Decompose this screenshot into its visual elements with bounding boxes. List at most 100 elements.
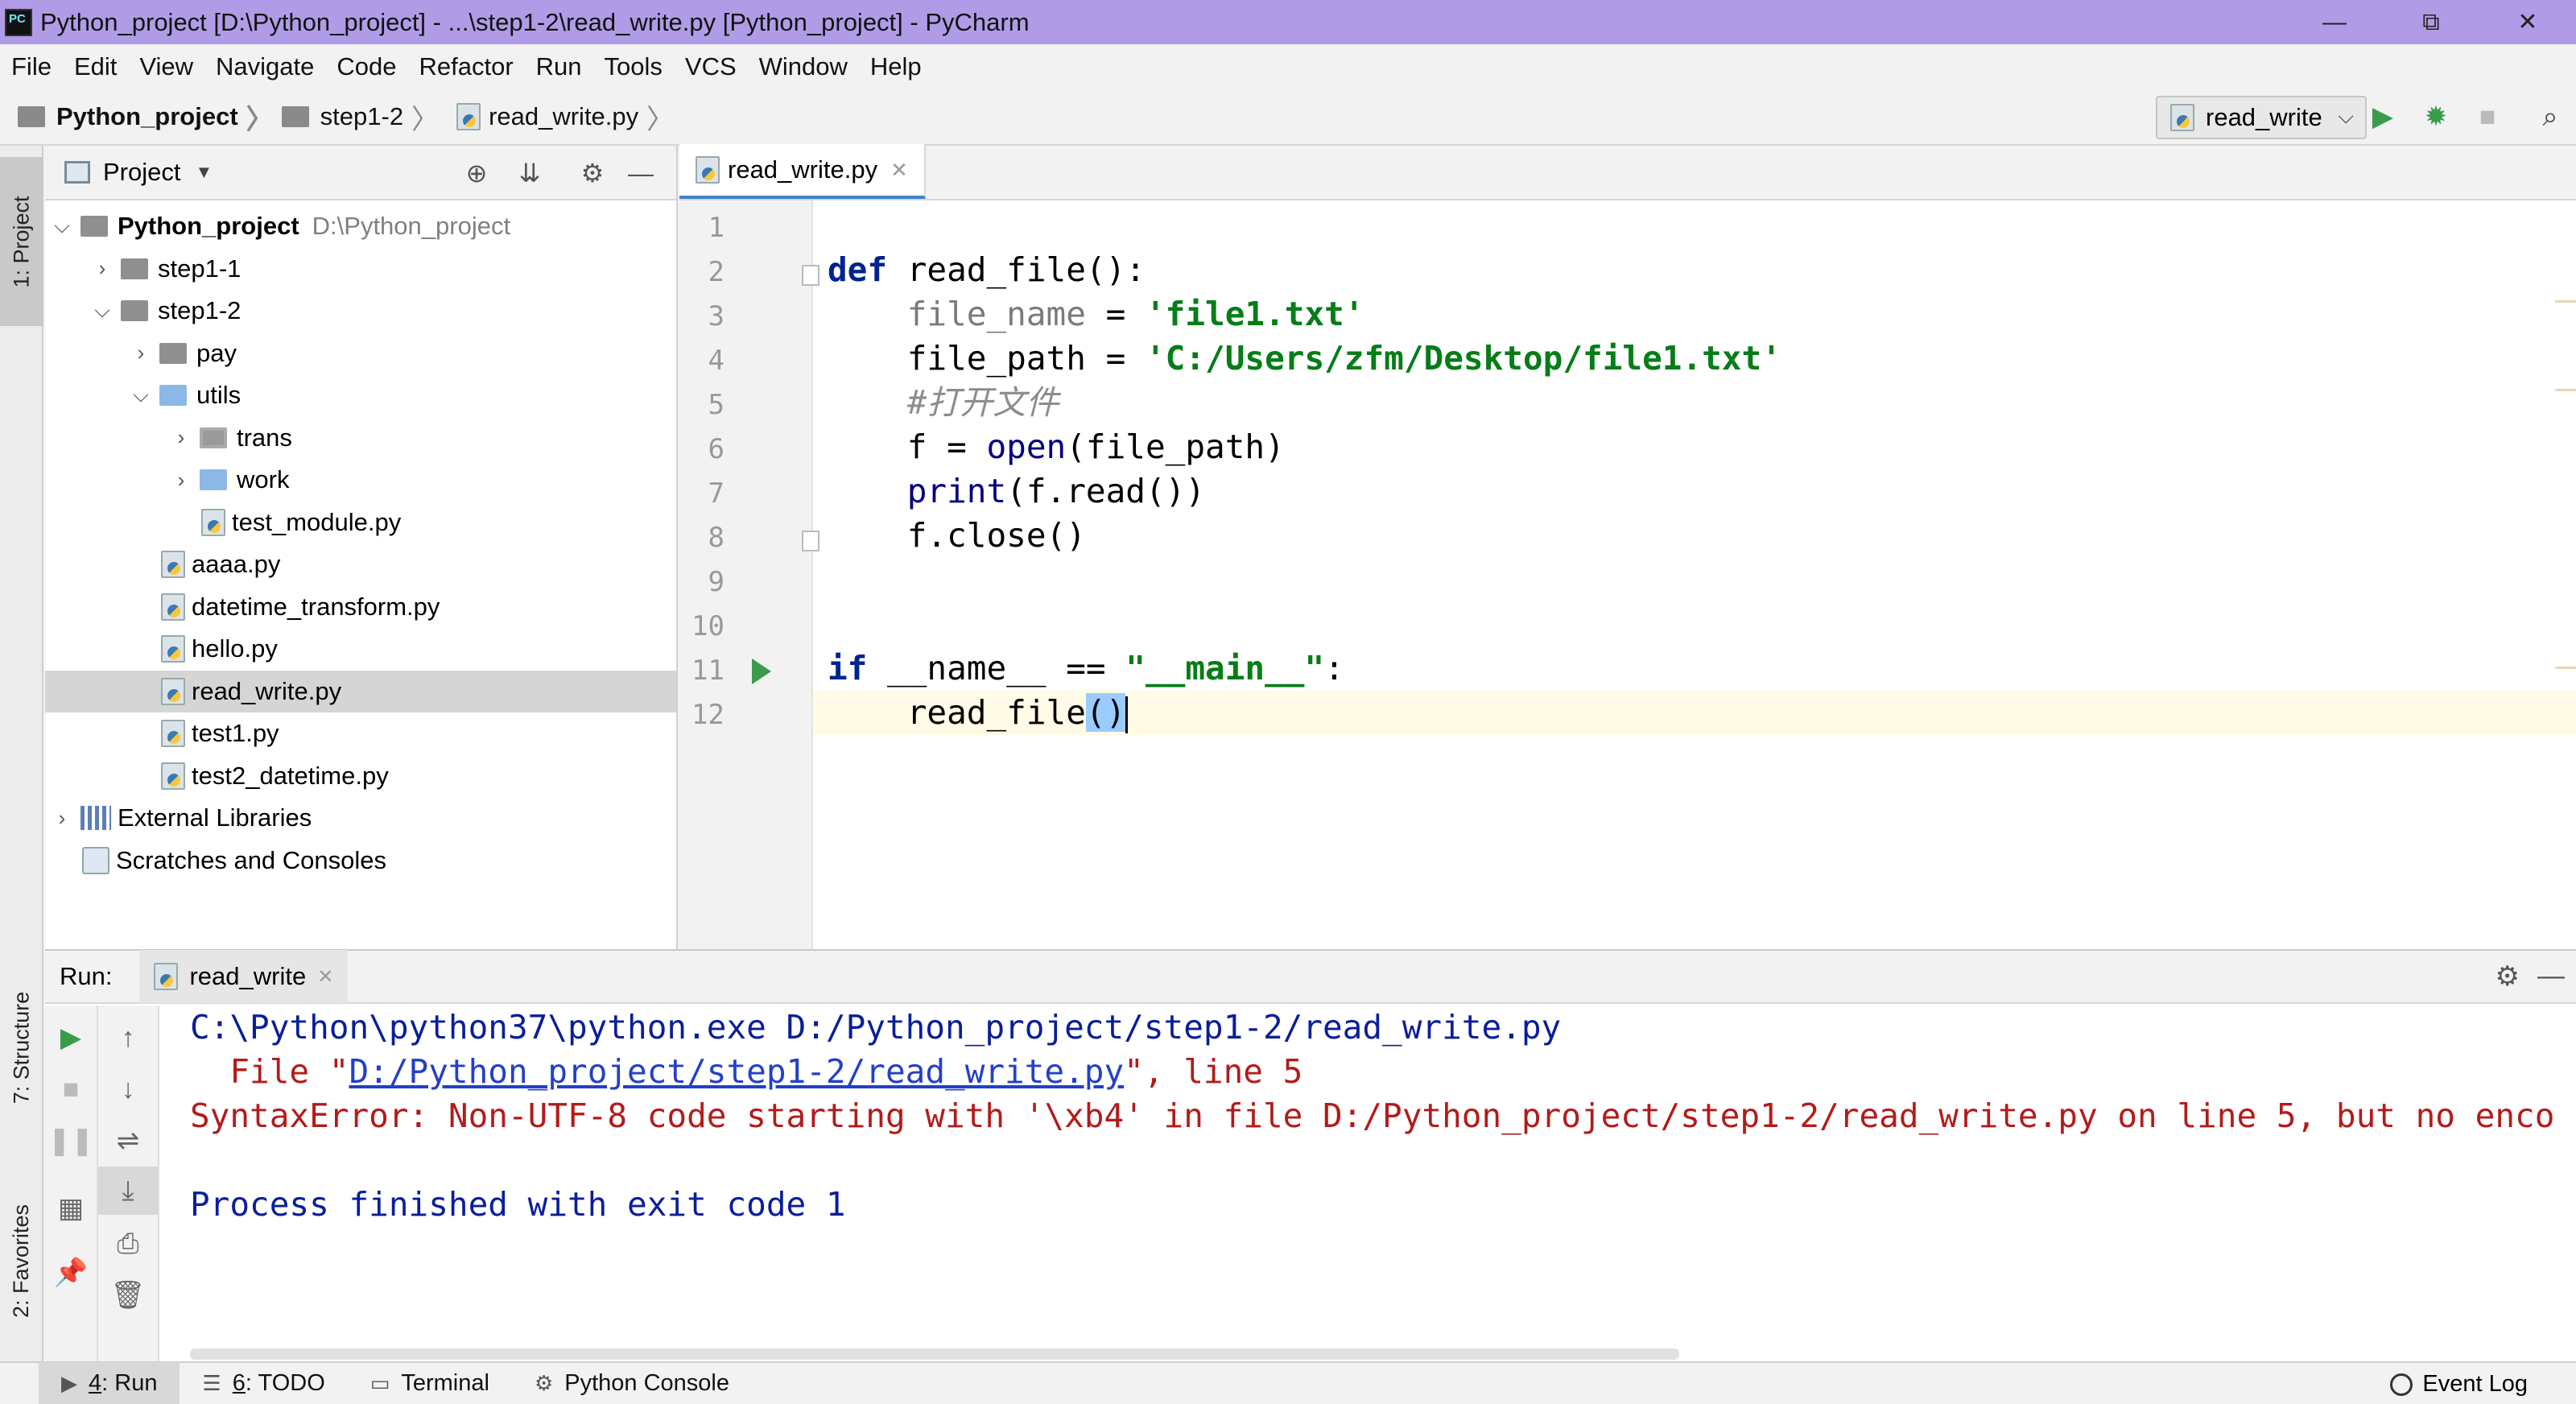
chevron-down-icon[interactable]: ⌵ — [129, 382, 153, 408]
favorites-tool-tab[interactable]: 2: Favorites — [0, 1172, 43, 1349]
folder-icon — [121, 300, 148, 322]
editor-tab-read-write[interactable]: read_write.py ✕ — [679, 144, 926, 199]
console-output[interactable]: C:\Python\python37\python.exe D:/Python_… — [174, 1006, 2576, 1363]
trash-icon[interactable]: 🗑 — [98, 1271, 158, 1319]
scroll-to-end-icon[interactable]: ⤓ — [98, 1167, 158, 1215]
tree-item-aaaa[interactable]: aaaa.py — [45, 543, 676, 586]
minimize-button[interactable]: — — [2286, 0, 2383, 44]
tree-item-utils[interactable]: ⌵ utils — [45, 374, 676, 417]
run-gutter-icon[interactable] — [752, 659, 771, 684]
terminal-tool-tab[interactable]: ▭ Terminal — [348, 1362, 512, 1404]
tree-item-external-libraries[interactable]: › External Libraries — [45, 797, 676, 840]
code-line-7: print(f.read()) — [906, 472, 1206, 510]
line-number: 3 — [708, 300, 724, 332]
tree-item-test1[interactable]: test1.py — [45, 712, 676, 755]
line-number: 5 — [708, 389, 724, 421]
chevron-down-icon[interactable]: ⌵ — [50, 213, 74, 239]
locate-icon[interactable]: ⊕ — [460, 157, 493, 189]
run-panel: Run: read_write ✕ ⚙ — ▶ ■ ❚❚ ▦ 📌 ↑ ↓ ⇌ ⤓… — [45, 949, 2576, 1363]
tree-item-test-module[interactable]: test_module.py — [45, 502, 676, 544]
hide-icon[interactable]: — — [625, 157, 657, 189]
gear-icon[interactable]: ⚙ — [576, 157, 609, 189]
tree-item-work[interactable]: › work — [45, 459, 676, 502]
menu-code[interactable]: Code — [325, 52, 407, 81]
file-link[interactable]: D:/Python_project/step1-2/read_write.py — [349, 1052, 1124, 1091]
collapse-all-icon[interactable]: ⇊ — [514, 157, 546, 189]
python-file-icon — [201, 508, 225, 536]
menu-vcs[interactable]: VCS — [674, 52, 748, 81]
chevron-right-icon[interactable]: › — [169, 425, 193, 450]
menu-refactor[interactable]: Refactor — [407, 52, 524, 81]
soft-wrap-icon[interactable]: ⇌ — [98, 1117, 158, 1165]
menu-tools[interactable]: Tools — [593, 52, 674, 81]
chevron-down-icon[interactable]: ⌵ — [90, 298, 114, 324]
menu-help[interactable]: Help — [859, 52, 933, 81]
chevron-down-icon[interactable]: ▼ — [195, 162, 213, 183]
menu-edit[interactable]: Edit — [63, 52, 128, 81]
chevron-right-icon[interactable]: › — [50, 806, 74, 831]
event-log-icon — [2390, 1373, 2413, 1396]
arrow-up-icon[interactable]: ↑ — [98, 1014, 158, 1062]
chevron-right-icon[interactable]: › — [129, 341, 153, 365]
event-log-tab[interactable]: Event Log — [2390, 1363, 2528, 1404]
arrow-down-icon[interactable]: ↓ — [98, 1065, 158, 1113]
tree-item-trans[interactable]: › trans — [45, 417, 676, 460]
tree-item-step1-2[interactable]: ⌵ step1-2 — [45, 290, 676, 332]
code-line-8: f.close() — [906, 516, 1086, 555]
breadcrumb-folder[interactable]: step1-2 〉 — [281, 97, 439, 137]
run-configuration-select[interactable]: read_write ⌵ — [2156, 96, 2367, 139]
search-icon[interactable]: ⌕ — [2534, 101, 2566, 133]
menu-window[interactable]: Window — [748, 52, 859, 81]
layout-icon[interactable]: ▦ — [45, 1184, 97, 1233]
stop-icon[interactable]: ■ — [2471, 101, 2504, 133]
python-file-icon — [161, 762, 185, 790]
console-line: Process finished with exit code 1 — [190, 1185, 846, 1224]
hide-icon[interactable]: — — [2537, 960, 2565, 992]
menu-run[interactable]: Run — [525, 52, 593, 81]
stop-icon[interactable]: ■ — [45, 1065, 97, 1113]
structure-tool-tab[interactable]: 7: Structure — [0, 967, 43, 1128]
tree-item-test2-datetime[interactable]: test2_datetime.py — [45, 755, 676, 798]
breadcrumb-file[interactable]: read_write.py 〉 — [447, 97, 674, 137]
horizontal-scrollbar[interactable] — [190, 1348, 1679, 1360]
code-area[interactable]: def read_file(): file_name = 'file1.txt'… — [813, 200, 2576, 949]
close-button[interactable]: ✕ — [2479, 0, 2576, 44]
run-configuration-label: read_write — [2206, 103, 2322, 131]
chevron-right-icon[interactable]: › — [90, 256, 114, 281]
project-panel-title[interactable]: Project — [103, 158, 180, 187]
close-icon[interactable]: ✕ — [890, 158, 908, 183]
tree-item-pay[interactable]: › pay — [45, 332, 676, 375]
restore-button[interactable]: ⧉ — [2383, 0, 2479, 44]
rerun-icon[interactable]: ▶ — [45, 1014, 97, 1062]
line-number: 2 — [708, 256, 724, 288]
run-tool-tab[interactable]: ▶ 4: Run — [39, 1362, 180, 1404]
menu-view[interactable]: View — [128, 52, 204, 81]
gear-icon[interactable]: ⚙ — [2496, 960, 2520, 993]
menu-file[interactable]: File — [0, 52, 63, 81]
tree-item-python-project[interactable]: ⌵ Python_project D:\Python_project — [45, 205, 676, 248]
run-icon[interactable]: ▶ — [2367, 101, 2399, 133]
project-tool-tab[interactable]: 1: Project — [0, 157, 43, 326]
run-tab-read-write[interactable]: read_write ✕ — [139, 950, 349, 1003]
pin-icon[interactable]: 📌 — [45, 1249, 97, 1297]
tree-item-datetime-transform[interactable]: datetime_transform.py — [45, 586, 676, 629]
folder-icon — [18, 106, 45, 127]
python-file-icon — [154, 963, 179, 990]
menu-navigate[interactable]: Navigate — [204, 52, 325, 81]
run-panel-header: Run: read_write ✕ ⚙ — — [45, 950, 2576, 1004]
close-icon[interactable]: ✕ — [317, 965, 333, 989]
todo-tool-tab[interactable]: ☰ 6: TODO — [180, 1362, 347, 1404]
breadcrumb-project[interactable]: Python_project 〉 — [0, 97, 274, 137]
python-console-tool-tab[interactable]: ⚙ Python Console — [512, 1362, 752, 1404]
console-line: File "D:/Python_project/step1-2/read_wri… — [190, 1052, 1303, 1091]
tree-item-hello[interactable]: hello.py — [45, 628, 676, 671]
tree-item-scratches[interactable]: Scratches and Consoles — [45, 840, 676, 882]
pause-icon[interactable]: ❚❚ — [45, 1117, 97, 1165]
run-panel-label: Run: — [60, 962, 113, 990]
print-icon[interactable]: ⎙ — [98, 1220, 158, 1268]
debug-icon[interactable]: ✹ — [2420, 101, 2452, 133]
tree-item-step1-1[interactable]: › step1-1 — [45, 248, 676, 291]
chevron-right-icon[interactable]: › — [169, 468, 193, 493]
tree-item-read-write[interactable]: read_write.py — [45, 670, 676, 712]
line-number: 7 — [708, 477, 724, 510]
